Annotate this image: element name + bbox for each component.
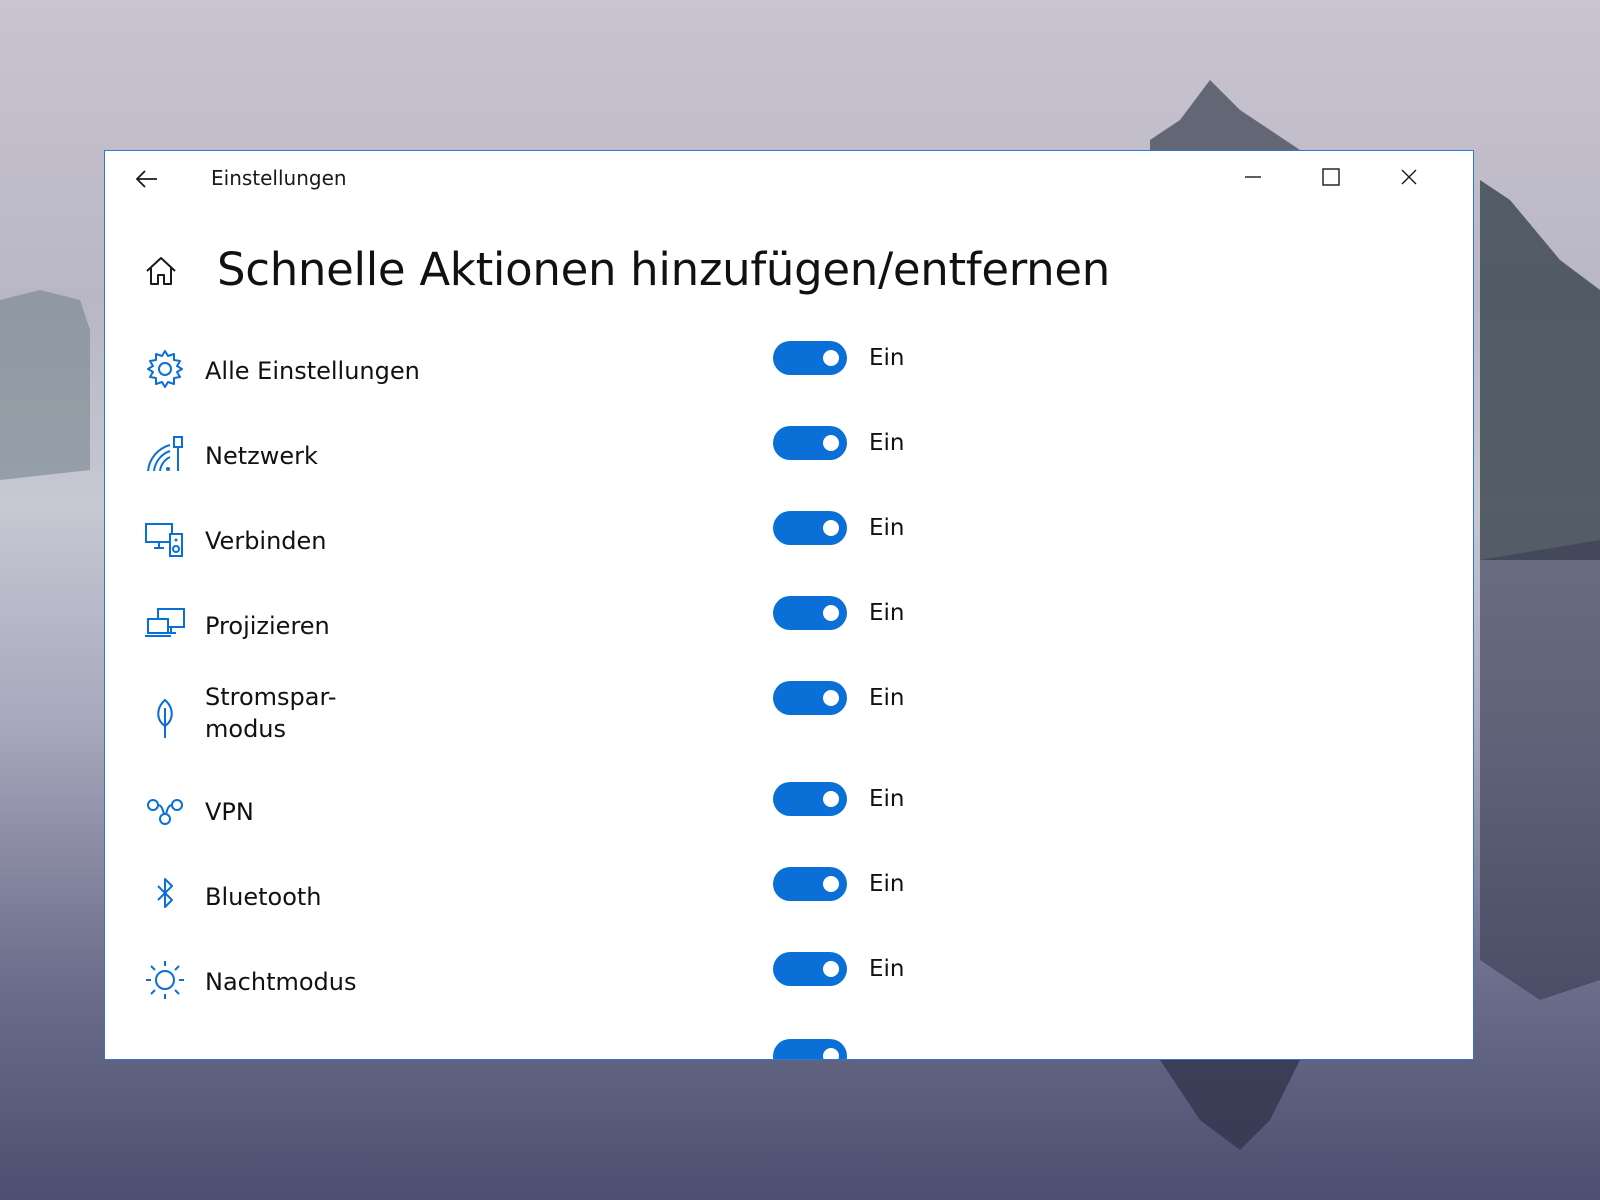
toggle-knob — [823, 1048, 839, 1059]
quick-action-row: Nachtmodus Ein — [105, 952, 1473, 1012]
title-bar: Einstellungen — [105, 151, 1473, 207]
toggle-knob — [823, 791, 839, 807]
close-icon — [1401, 169, 1417, 185]
quick-action-row: Bluetooth Ein — [105, 867, 1473, 927]
toggle-state-label: Ein — [869, 600, 905, 626]
toggle-switch[interactable] — [773, 341, 847, 375]
toggle-state-label: Ein — [869, 956, 905, 982]
toggle-knob — [823, 961, 839, 977]
toggle-switch[interactable] — [773, 1039, 847, 1059]
quick-action-row: Alle Einstellungen Ein — [105, 341, 1473, 401]
maximize-icon — [1322, 168, 1340, 186]
toggle-switch[interactable] — [773, 867, 847, 901]
toggle-switch[interactable] — [773, 782, 847, 816]
toggle-switch[interactable] — [773, 511, 847, 545]
action-label: VPN — [205, 798, 254, 826]
toggle-knob — [823, 350, 839, 366]
toggle-switch[interactable] — [773, 952, 847, 986]
battery-saver-icon — [143, 697, 187, 741]
action-label: Nachtmodus — [205, 968, 357, 996]
minimize-icon — [1245, 176, 1261, 178]
quick-action-row: VPN Ein — [105, 782, 1473, 842]
toggle-switch[interactable] — [773, 596, 847, 630]
settings-window: Einstellungen Schnelle Aktionen hinzufüg… — [104, 150, 1474, 1060]
action-label-continued: modus — [205, 715, 287, 743]
action-label: Stromspar- — [205, 683, 337, 711]
night-light-icon — [143, 958, 187, 1002]
network-icon — [143, 432, 187, 476]
quick-action-row: Projizieren Ein — [105, 596, 1473, 656]
action-label: Bluetooth — [205, 883, 322, 911]
toggle-state-label: Ein — [869, 786, 905, 812]
toggle-state-label: Ein — [869, 430, 905, 456]
toggle-knob — [823, 435, 839, 451]
minimize-button[interactable] — [1223, 159, 1283, 195]
window-title: Einstellungen — [211, 166, 347, 190]
bluetooth-icon — [143, 873, 187, 917]
action-label: Alle Einstellungen — [205, 357, 420, 385]
quick-action-row: Stromspar- modus Ein — [105, 681, 1473, 761]
back-arrow-icon — [135, 170, 157, 188]
back-button[interactable] — [125, 161, 169, 197]
toggle-state-label: Ein — [869, 345, 905, 371]
project-icon — [143, 602, 187, 646]
toggle-state-label: Ein — [869, 515, 905, 541]
action-label: Netzwerk — [205, 442, 318, 470]
home-icon[interactable] — [143, 253, 179, 289]
quick-action-row: Netzwerk Ein — [105, 426, 1473, 486]
quick-action-row: Verbinden Ein — [105, 511, 1473, 571]
toggle-state-label: Ein — [869, 685, 905, 711]
vpn-icon — [143, 788, 187, 832]
toggle-switch[interactable] — [773, 681, 847, 715]
toggle-knob — [823, 605, 839, 621]
page-title: Schnelle Aktionen hinzufügen/entfernen — [217, 243, 1110, 296]
connect-icon — [143, 517, 187, 561]
action-label: Projizieren — [205, 612, 330, 640]
gear-icon — [143, 347, 187, 391]
quick-action-row-partial — [105, 1039, 1473, 1059]
toggle-knob — [823, 876, 839, 892]
close-button[interactable] — [1379, 159, 1439, 195]
toggle-switch[interactable] — [773, 426, 847, 460]
toggle-state-label: Ein — [869, 871, 905, 897]
action-label: Verbinden — [205, 527, 327, 555]
toggle-knob — [823, 520, 839, 536]
toggle-knob — [823, 690, 839, 706]
maximize-button[interactable] — [1301, 159, 1361, 195]
